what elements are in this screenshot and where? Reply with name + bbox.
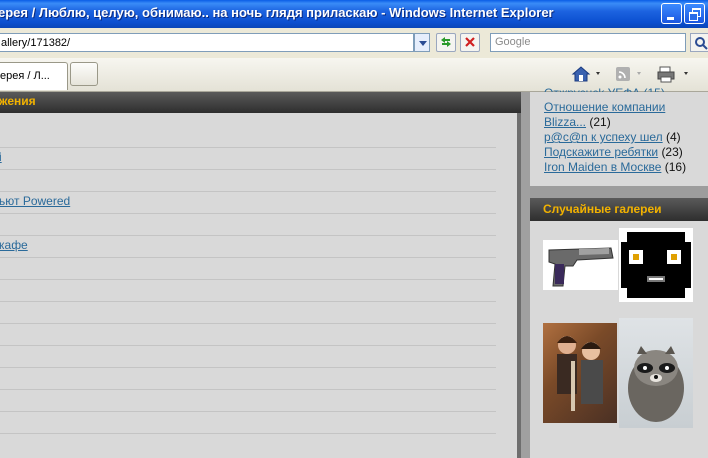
restore-icon-back [689,12,698,21]
list-item [0,389,496,412]
topic-count: (23) [661,145,683,159]
refresh-button[interactable] [436,33,456,52]
stop-icon [465,37,475,47]
list-item: Iron Maiden в Москве (16) [544,160,686,175]
topic-link[interactable]: Отношение компании [544,100,665,114]
section-title: жения [0,94,36,108]
topic-link[interactable]: кафе [0,238,28,252]
magnifier-icon [695,37,708,50]
people-photo-icon [557,336,603,411]
list-item: Подскажите ребятки (23) [544,145,683,160]
list-item: кафе [0,235,496,258]
refresh-icon [441,37,451,47]
list-item: ьют Powered [0,191,496,214]
address-dropdown-button[interactable] [414,33,430,52]
list-item: p@c@n к успеху шел (4) [544,130,681,145]
feeds-icon[interactable] [613,64,643,84]
list-item [0,257,496,280]
topic-link[interactable]: i [0,150,2,164]
section-header: жения [0,92,521,113]
list-item [0,169,496,192]
list-item [0,213,496,236]
list-item [0,323,496,346]
list-item: i [0,147,496,170]
black-smiley-thumbnail[interactable] [619,228,693,302]
list-item [0,301,496,324]
random-galleries-title: Случайные галереи [543,202,662,216]
window-titlebar: ерея / Люблю, целую, обнимаю.. на ночь г… [0,0,708,28]
list-item [0,125,496,148]
raccoon-icon [628,346,684,422]
list-item: Blizza... (21) [544,115,611,130]
topic-link[interactable]: ьют Powered [0,194,70,208]
people-photo-thumbnail[interactable] [543,323,617,423]
restore-button[interactable] [684,3,705,24]
topic-count: (21) [589,115,611,129]
stop-button[interactable] [460,33,480,52]
topic-link[interactable]: p@c@n к успеху шел [544,130,663,144]
pistol-icon [548,247,614,287]
search-button[interactable] [690,33,708,52]
minimize-button[interactable] [661,3,682,24]
main-column: жения i ьют Powered кафе [0,92,521,458]
list-item [0,367,496,390]
tab-gallery[interactable]: ерея / Л... [0,62,68,90]
topic-count: (4) [665,130,681,144]
list-item [0,345,496,368]
window-title: ерея / Люблю, целую, обнимаю.. на ночь г… [0,5,554,20]
pistol-thumbnail[interactable] [543,240,618,290]
address-toolbar: allery/171382/ Google [0,28,708,59]
raccoon-thumbnail[interactable] [619,318,693,428]
topic-link[interactable]: Blizza... [544,115,586,129]
address-input[interactable]: allery/171382/ [0,33,414,52]
cut-off-topic[interactable]: Отжрусuck УЕФА (15) [544,86,674,92]
list-item: Отношение компании [544,100,665,115]
list-item [0,411,496,434]
topic-link[interactable]: Iron Maiden в Москве [544,160,661,174]
print-icon[interactable] [656,64,692,84]
list-item [0,279,496,302]
topic-link[interactable]: Подскажите ребятки [544,145,658,159]
black-smiley-icon [621,232,691,298]
topic-count: (16) [664,160,687,174]
minimize-icon [667,17,674,20]
home-icon[interactable] [571,64,601,84]
random-galleries-header: Случайные галереи [530,198,708,221]
search-input[interactable]: Google [490,33,686,52]
new-tab-button[interactable] [70,62,98,86]
